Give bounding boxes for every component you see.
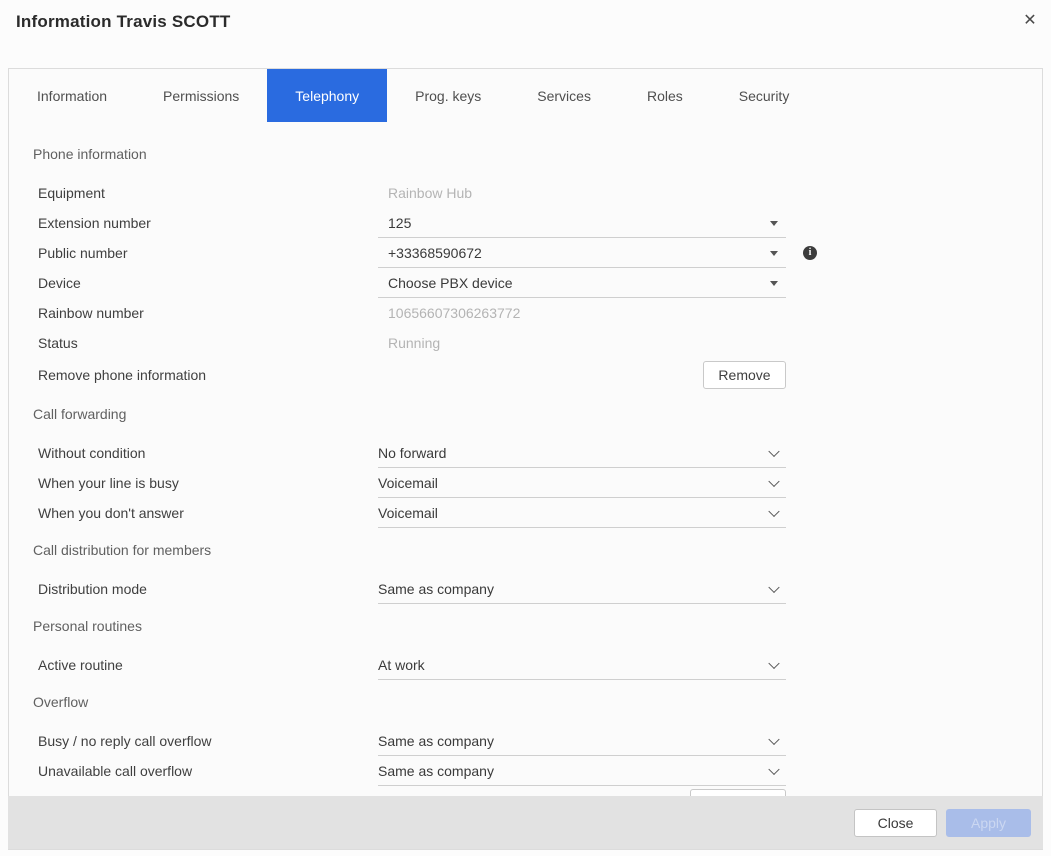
remove-button[interactable]: Remove (703, 361, 786, 389)
extension-number-select[interactable]: 125 (378, 209, 786, 238)
busy-no-reply-overflow-label: Busy / no reply call overflow (38, 733, 378, 749)
public-number-value: +33368590672 (378, 245, 482, 261)
equipment-label: Equipment (38, 185, 378, 201)
row-line-busy: When your line is busy Voicemail (33, 468, 1018, 498)
dropdown-triangle-icon (770, 221, 778, 226)
distribution-mode-select[interactable]: Same as company (378, 575, 786, 604)
distribution-mode-value: Same as company (378, 581, 494, 597)
tab-information[interactable]: Information (9, 69, 135, 122)
telephony-panel: Information Permissions Telephony Prog. … (8, 68, 1043, 850)
extension-number-label: Extension number (38, 215, 378, 231)
unavailable-overflow-value: Same as company (378, 763, 494, 779)
modal-footer: Close Apply (8, 796, 1043, 849)
tab-bar: Information Permissions Telephony Prog. … (9, 69, 1042, 122)
device-select[interactable]: Choose PBX device (378, 269, 786, 298)
row-distribution-mode: Distribution mode Same as company (33, 574, 1018, 604)
without-condition-value: No forward (378, 445, 446, 461)
line-busy-select[interactable]: Voicemail (378, 469, 786, 498)
apply-button[interactable]: Apply (946, 809, 1031, 837)
info-icon[interactable] (803, 246, 817, 260)
chevron-down-icon (768, 764, 779, 775)
row-extension-number: Extension number 125 (33, 208, 1018, 238)
active-routine-label: Active routine (38, 657, 378, 673)
section-header-overflow: Overflow (33, 692, 1018, 712)
row-busy-no-reply-overflow: Busy / no reply call overflow Same as co… (33, 726, 1018, 756)
public-number-select[interactable]: +33368590672 (378, 239, 786, 268)
row-without-condition: Without condition No forward (33, 438, 1018, 468)
section-header-call-forwarding: Call forwarding (33, 404, 1018, 424)
row-dont-answer: When you don't answer Voicemail (33, 498, 1018, 528)
unavailable-overflow-select[interactable]: Same as company (378, 757, 786, 786)
public-number-label: Public number (38, 245, 378, 261)
chevron-down-icon (768, 734, 779, 745)
without-condition-label: Without condition (38, 445, 378, 461)
line-busy-value: Voicemail (378, 475, 438, 491)
row-unavailable-overflow: Unavailable call overflow Same as compan… (33, 756, 1018, 786)
busy-no-reply-overflow-value: Same as company (378, 733, 494, 749)
without-condition-select[interactable]: No forward (378, 439, 786, 468)
row-public-number: Public number +33368590672 (33, 238, 1018, 268)
section-header-personal-routines: Personal routines (33, 616, 1018, 636)
active-routine-select[interactable]: At work (378, 651, 786, 680)
dropdown-triangle-icon (770, 251, 778, 256)
close-button[interactable]: Close (854, 809, 937, 837)
status-value: Running (378, 335, 786, 351)
chevron-down-icon (768, 446, 779, 457)
page-title: Information Travis SCOTT (16, 12, 1035, 32)
line-busy-label: When your line is busy (38, 475, 378, 491)
tab-content: Phone information Equipment Rainbow Hub … (9, 144, 1042, 820)
modal-header: Information Travis SCOTT (0, 0, 1051, 60)
tab-permissions[interactable]: Permissions (135, 69, 267, 122)
tab-telephony[interactable]: Telephony (267, 69, 387, 122)
chevron-down-icon (768, 476, 779, 487)
busy-no-reply-overflow-select[interactable]: Same as company (378, 727, 786, 756)
section-header-phone-information: Phone information (33, 144, 1018, 164)
equipment-value: Rainbow Hub (378, 185, 786, 201)
section-header-call-distribution: Call distribution for members (33, 540, 1018, 560)
row-status: Status Running (33, 328, 1018, 358)
dropdown-triangle-icon (770, 281, 778, 286)
row-rainbow-number: Rainbow number 10656607306263772 (33, 298, 1018, 328)
remove-phone-information-label: Remove phone information (38, 367, 378, 383)
tab-services[interactable]: Services (509, 69, 619, 122)
close-icon[interactable] (1018, 8, 1042, 32)
unavailable-overflow-label: Unavailable call overflow (38, 763, 378, 779)
tab-prog-keys[interactable]: Prog. keys (387, 69, 509, 122)
dont-answer-value: Voicemail (378, 505, 438, 521)
row-equipment: Equipment Rainbow Hub (33, 178, 1018, 208)
row-remove-phone-information: Remove phone information Remove (33, 358, 1018, 392)
rainbow-number-label: Rainbow number (38, 305, 378, 321)
device-label: Device (38, 275, 378, 291)
active-routine-value: At work (378, 657, 425, 673)
row-device: Device Choose PBX device (33, 268, 1018, 298)
row-active-routine: Active routine At work (33, 650, 1018, 680)
tab-security[interactable]: Security (711, 69, 818, 122)
device-value: Choose PBX device (378, 275, 513, 291)
rainbow-number-value: 10656607306263772 (378, 305, 786, 321)
chevron-down-icon (768, 582, 779, 593)
dont-answer-label: When you don't answer (38, 505, 378, 521)
dont-answer-select[interactable]: Voicemail (378, 499, 786, 528)
extension-number-value: 125 (378, 215, 411, 231)
distribution-mode-label: Distribution mode (38, 581, 378, 597)
chevron-down-icon (768, 658, 779, 669)
status-label: Status (38, 335, 378, 351)
chevron-down-icon (768, 506, 779, 517)
tab-roles[interactable]: Roles (619, 69, 711, 122)
